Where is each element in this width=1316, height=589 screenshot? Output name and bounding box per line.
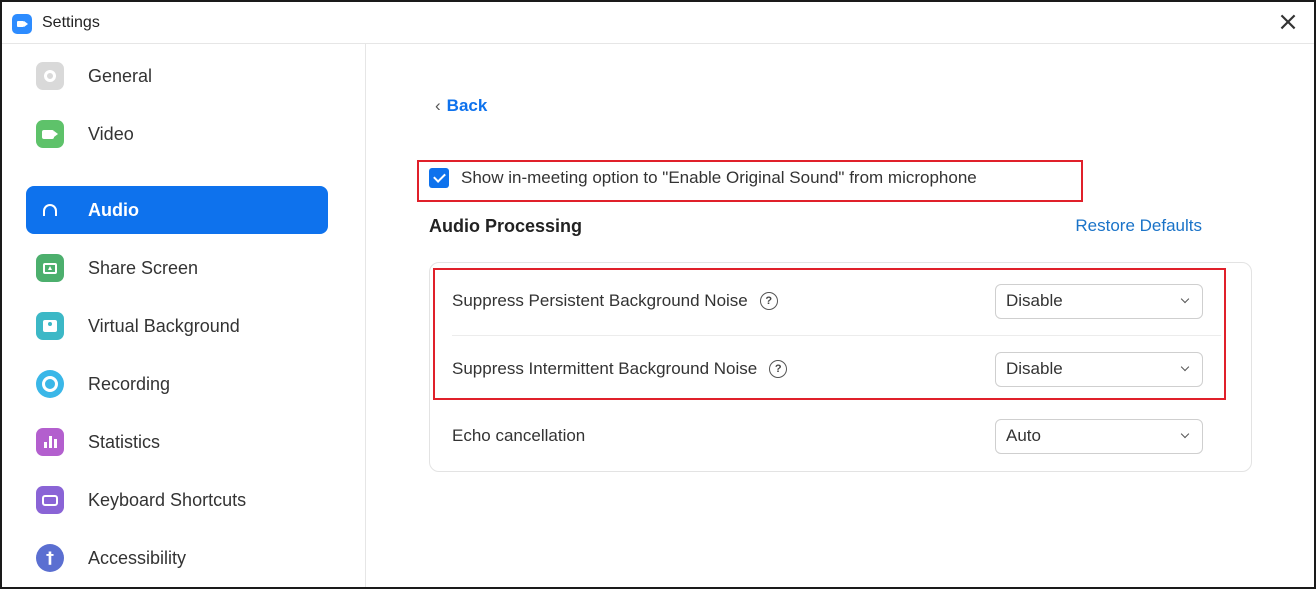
settings-window: Settings × General Video Audio Share Scr… <box>0 0 1316 589</box>
camera-icon <box>36 120 64 148</box>
sidebar-item-statistics[interactable]: Statistics <box>26 418 328 466</box>
accessibility-icon: † <box>36 544 64 572</box>
sidebar-item-video[interactable]: Video <box>26 110 328 158</box>
noise-suppression-highlight <box>433 268 1226 400</box>
sidebar-item-label: Accessibility <box>88 547 187 568</box>
restore-defaults-link[interactable]: Restore Defaults <box>1075 216 1202 236</box>
sidebar-item-label: Audio <box>88 199 139 220</box>
echo-cancellation-select[interactable]: Auto <box>995 418 1203 454</box>
sidebar-item-label: Recording <box>88 373 171 394</box>
sidebar-item-label: Video <box>88 123 134 144</box>
section-title: Audio Processing <box>429 216 583 236</box>
sidebar-item-share-screen[interactable]: Share Screen <box>26 244 328 292</box>
original-sound-checkbox[interactable] <box>429 168 449 188</box>
close-button[interactable]: × <box>1274 8 1302 36</box>
settings-sidebar: General Video Audio Share Screen Virtual… <box>2 44 366 587</box>
sidebar-item-accessibility[interactable]: † Accessibility <box>26 534 328 582</box>
sidebar-item-label: General <box>88 65 153 86</box>
sidebar-item-label: Keyboard Shortcuts <box>88 489 247 510</box>
original-sound-option: Show in-meeting option to "Enable Origin… <box>429 168 977 188</box>
window-title: Settings <box>42 14 100 31</box>
sidebar-item-label: Share Screen <box>88 257 199 278</box>
keyboard-icon <box>36 486 64 514</box>
sidebar-item-keyboard-shortcuts[interactable]: Keyboard Shortcuts <box>26 476 328 524</box>
virtual-background-icon <box>36 312 64 340</box>
sidebar-item-recording[interactable]: Recording <box>26 360 328 408</box>
headphones-icon <box>36 196 64 224</box>
chevron-left-icon: ‹ <box>435 96 441 115</box>
sidebar-item-label: Statistics <box>88 431 161 452</box>
sidebar-item-label: Virtual Background <box>88 315 240 336</box>
sidebar-item-general[interactable]: General <box>26 52 328 100</box>
title-bar: Settings × <box>2 2 1314 44</box>
chevron-down-icon <box>1180 429 1190 438</box>
sidebar-item-virtual-background[interactable]: Virtual Background <box>26 302 328 350</box>
share-screen-icon <box>36 254 64 282</box>
statistics-icon <box>36 428 64 456</box>
select-value: Auto <box>1006 426 1041 445</box>
setting-row-echo-cancellation: Echo cancellation Auto <box>430 403 1251 469</box>
back-link[interactable]: ‹ Back <box>435 96 487 116</box>
gear-icon <box>36 62 64 90</box>
back-label: Back <box>446 96 488 115</box>
sidebar-item-audio[interactable]: Audio <box>26 186 328 234</box>
original-sound-label: Show in-meeting option to "Enable Origin… <box>461 168 977 187</box>
setting-label: Echo cancellation <box>452 426 586 445</box>
audio-settings-panel: ‹ Back Show in-meeting option to "Enable … <box>367 44 1314 587</box>
recording-icon <box>36 370 64 398</box>
zoom-app-icon <box>12 14 32 34</box>
